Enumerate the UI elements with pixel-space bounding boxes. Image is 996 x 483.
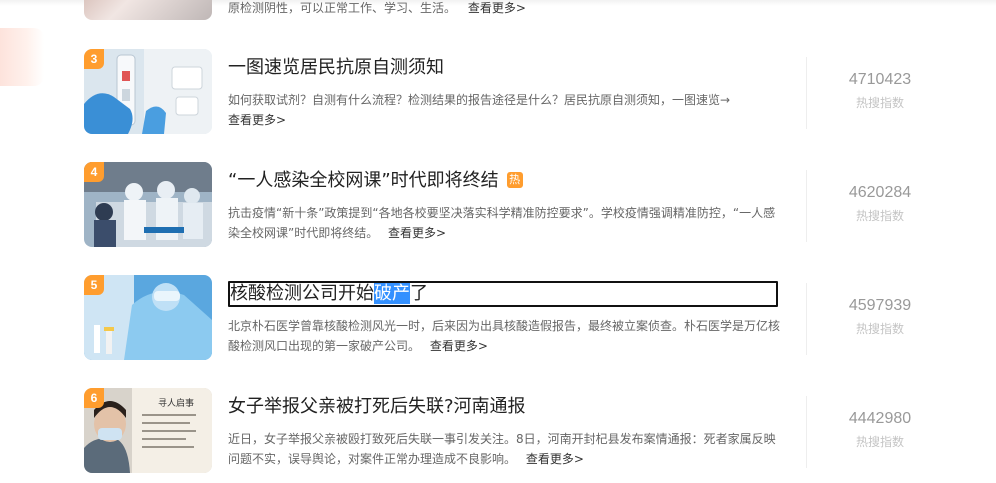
news-thumbnail[interactable]: 5 [84,275,212,360]
divider [806,396,807,468]
description-text: 近日，女子举报父亲被殴打致死后失联一事引发关注。8日，河南开封杞县发布案情通报：… [228,432,776,466]
list-item[interactable]: 5 核酸检测公司开始破产了 北京朴石医学曾靠核酸检测风光一时，后来因为出具核酸造… [0,275,996,365]
divider [806,283,807,355]
news-description: 北京朴石医学曾靠核酸检测风光一时，后来因为出具核酸造假报告，最终被立案侦查。朴石… [228,316,780,356]
description-text: 原检测阴性，可以正常工作、学习、生活。 [228,1,457,15]
see-more-link[interactable]: 查看更多> [228,113,286,127]
news-description: 原检测阴性，可以正常工作、学习、生活。 查看更多> [228,0,526,16]
hot-index-label: 热搜指数 [855,435,904,449]
description-text: 如何获取试剂？自测有什么流程？检测结果的报告途径是什么？居民抗原自测须知，一图速… [228,93,731,107]
news-title-text-end: 了 [410,283,428,304]
list-item[interactable]: 3 一图速览居民抗原自测须知 如何获取试剂？自测有什么流程？检测结果的报告途径是… [0,49,996,139]
news-title-edit[interactable]: 核酸检测公司开始破产了 [228,281,778,307]
divider [806,170,807,242]
hot-index-label: 热搜指数 [855,322,904,336]
description-text: 抗击疫情“新十条”政策提到“各地各校要坚决落实科学精准防控要求”。学校疫情强调精… [228,206,776,240]
news-description: 抗击疫情“新十条”政策提到“各地各校要坚决落实科学精准防控要求”。学校疫情强调精… [228,203,780,243]
news-title[interactable]: “一人感染全校网课”时代即将终结热 [228,168,523,194]
rank-badge: 5 [84,275,104,295]
rank-badge: 3 [84,49,104,69]
hot-index-value: 4710423 [848,71,912,88]
hot-index-value: 4597939 [848,297,912,314]
list-item-partial: 原检测阴性，可以正常工作、学习、生活。 查看更多> [0,0,996,22]
rank-badge: 4 [84,162,104,182]
news-thumbnail[interactable] [84,0,212,20]
rank-badge: 6 [84,388,104,408]
hot-index-value: 4442980 [848,410,912,427]
news-title-text: “一人感染全校网课”时代即将终结 [228,170,499,191]
see-more-link[interactable]: 查看更多> [468,1,526,15]
hot-index-label: 热搜指数 [855,209,904,223]
news-title[interactable]: 女子举报父亲被打死后失联?河南通报 [228,394,526,420]
list-item[interactable]: 寻人启事 6 女子举报父亲被打死后失联?河南通报 近日，女子举报父亲被殴打致死后… [0,388,996,478]
divider [806,57,807,129]
description-text: 北京朴石医学曾靠核酸检测风光一时，后来因为出具核酸造假报告，最终被立案侦查。朴石… [228,319,781,353]
see-more-link[interactable]: 查看更多> [430,339,488,353]
news-thumbnail[interactable]: 4 [84,162,212,247]
hot-index-value: 4620284 [848,184,912,201]
news-description: 近日，女子举报父亲被殴打致死后失联一事引发关注。8日，河南开封杞县发布案情通报：… [228,429,780,469]
news-thumbnail[interactable]: 3 [84,49,212,134]
news-title[interactable]: 一图速览居民抗原自测须知 [228,55,444,81]
hot-index-label: 热搜指数 [855,96,904,110]
news-title-text: 核酸检测公司开始 [230,283,374,304]
news-description: 如何获取试剂？自测有什么流程？检测结果的报告途径是什么？居民抗原自测须知，一图速… [228,90,780,130]
notice-heading: 寻人启事 [158,397,194,409]
hot-badge: 热 [506,172,523,188]
see-more-link[interactable]: 查看更多> [388,226,446,240]
see-more-link[interactable]: 查看更多> [526,452,584,466]
list-item[interactable]: 4 “一人感染全校网课”时代即将终结热 抗击疫情“新十条”政策提到“各地各校要坚… [0,162,996,252]
selected-text[interactable]: 破产 [374,283,410,304]
news-thumbnail[interactable]: 寻人启事 6 [84,388,212,473]
